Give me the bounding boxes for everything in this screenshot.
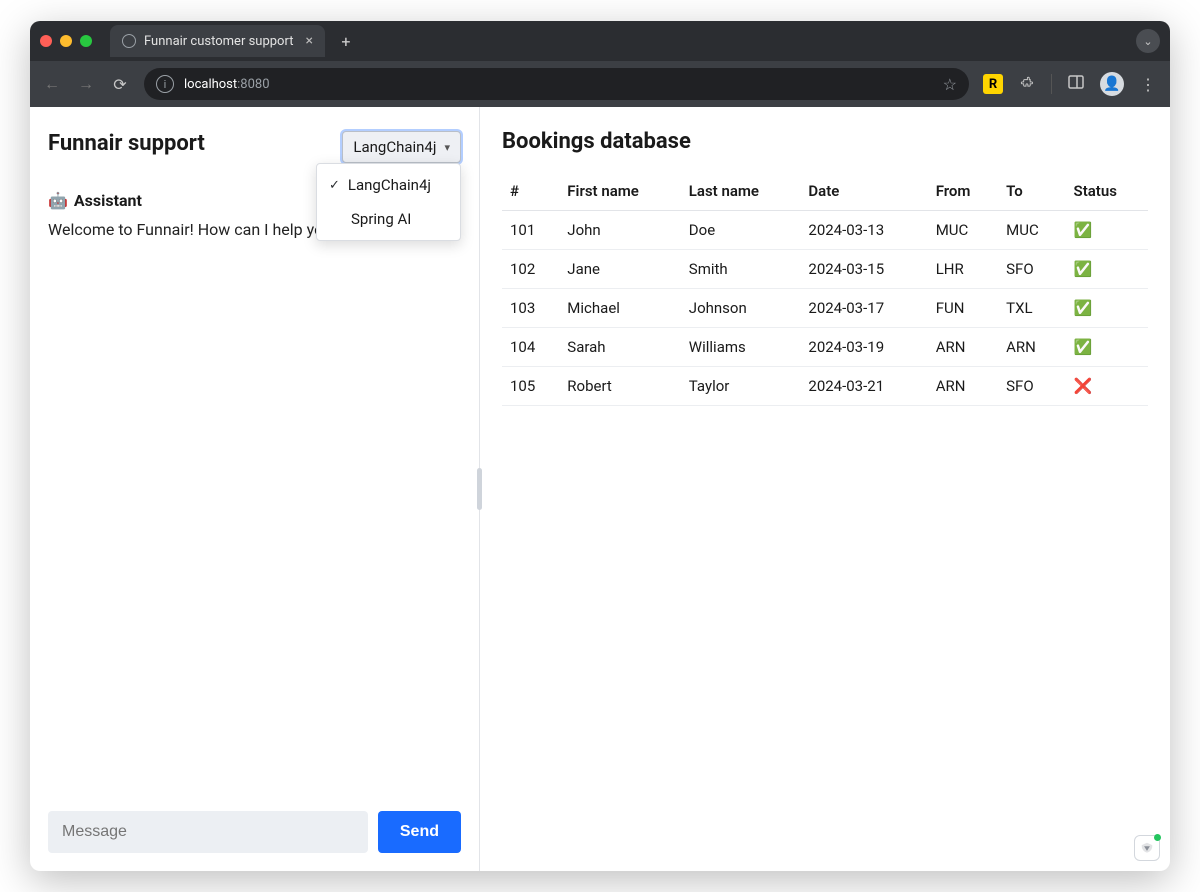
model-select-value: LangChain4j	[353, 138, 436, 156]
tabs-menu-button[interactable]: ⌄	[1136, 29, 1160, 53]
panel-resize-handle[interactable]	[477, 468, 482, 510]
cell-id: 102	[502, 250, 559, 289]
page-title: Funnair support	[48, 131, 205, 156]
col-first-name: First name	[559, 172, 681, 211]
url-host: localhost	[184, 77, 237, 92]
col-status: Status	[1066, 172, 1148, 211]
cell-to: TXL	[998, 289, 1065, 328]
extension-r-icon[interactable]: R	[983, 74, 1003, 94]
cell-date: 2024-03-19	[800, 328, 927, 367]
separator	[1051, 74, 1052, 94]
assistant-label-text: Assistant	[74, 191, 142, 210]
cell-last: Johnson	[681, 289, 801, 328]
cell-date: 2024-03-21	[800, 367, 927, 406]
table-row[interactable]: 104SarahWilliams2024-03-19ARNARN✅	[502, 328, 1148, 367]
cell-to: MUC	[998, 211, 1065, 250]
bookmark-icon[interactable]: ☆	[943, 75, 957, 94]
model-dropdown: ✓ LangChain4j Spring AI	[316, 163, 461, 241]
cell-status: ✅	[1066, 250, 1148, 289]
cell-id: 101	[502, 211, 559, 250]
cell-id: 103	[502, 289, 559, 328]
cell-date: 2024-03-17	[800, 289, 927, 328]
bookings-panel: Bookings database # First name Last name…	[480, 107, 1170, 871]
forward-button[interactable]: →	[76, 74, 96, 94]
model-option-label: LangChain4j	[348, 176, 431, 194]
table-row[interactable]: 105RobertTaylor2024-03-21ARNSFO❌	[502, 367, 1148, 406]
send-button[interactable]: Send	[378, 811, 461, 853]
table-row[interactable]: 103MichaelJohnson2024-03-17FUNTXL✅	[502, 289, 1148, 328]
browser-window: Funnair customer support × + ⌄ ← → ⟳ i l…	[30, 21, 1170, 871]
bookings-table: # First name Last name Date From To Stat…	[502, 172, 1148, 406]
address-bar[interactable]: i localhost:8080 ☆	[144, 68, 969, 100]
cell-first: Sarah	[559, 328, 681, 367]
cell-from: MUC	[928, 211, 998, 250]
tab-title: Funnair customer support	[144, 34, 293, 49]
col-date: Date	[800, 172, 927, 211]
browser-chrome: Funnair customer support × + ⌄ ← → ⟳ i l…	[30, 21, 1170, 107]
cell-id: 104	[502, 328, 559, 367]
back-button[interactable]: ←	[42, 74, 62, 94]
reload-button[interactable]: ⟳	[110, 75, 130, 94]
chat-panel: Funnair support LangChain4j ▾ ✓ LangChai…	[30, 107, 480, 871]
cell-status: ✅	[1066, 211, 1148, 250]
table-row[interactable]: 101JohnDoe2024-03-13MUCMUC✅	[502, 211, 1148, 250]
cell-from: FUN	[928, 289, 998, 328]
tab-bar: Funnair customer support × + ⌄	[30, 21, 1170, 61]
close-window-button[interactable]	[40, 35, 52, 47]
kebab-menu-icon[interactable]: ⋮	[1138, 75, 1158, 94]
vaadin-dev-badge[interactable]	[1134, 835, 1160, 861]
cell-last: Williams	[681, 328, 801, 367]
message-composer: Send	[48, 811, 461, 853]
cell-to: SFO	[998, 250, 1065, 289]
cell-first: Robert	[559, 367, 681, 406]
cell-from: ARN	[928, 328, 998, 367]
cell-status: ❌	[1066, 367, 1148, 406]
robot-icon: 🤖	[48, 191, 68, 210]
check-icon: ✓	[329, 178, 340, 193]
model-option-langchain4j[interactable]: ✓ LangChain4j	[317, 168, 460, 202]
browser-tab[interactable]: Funnair customer support ×	[110, 25, 325, 57]
cell-status: ✅	[1066, 328, 1148, 367]
site-info-icon[interactable]: i	[156, 75, 174, 93]
profile-avatar[interactable]: 👤	[1100, 72, 1124, 96]
model-option-label: Spring AI	[351, 210, 411, 228]
chevron-down-icon: ▾	[444, 141, 450, 154]
cell-to: SFO	[998, 367, 1065, 406]
col-from: From	[928, 172, 998, 211]
cell-from: ARN	[928, 367, 998, 406]
extensions-icon[interactable]	[1017, 74, 1037, 94]
col-last-name: Last name	[681, 172, 801, 211]
table-row[interactable]: 102JaneSmith2024-03-15LHRSFO✅	[502, 250, 1148, 289]
cell-first: Jane	[559, 250, 681, 289]
bookings-title: Bookings database	[502, 129, 1148, 154]
nav-bar: ← → ⟳ i localhost:8080 ☆ R 👤 ⋮	[30, 61, 1170, 107]
table-header-row: # First name Last name Date From To Stat…	[502, 172, 1148, 211]
cell-date: 2024-03-13	[800, 211, 927, 250]
message-input[interactable]	[48, 811, 368, 853]
window-controls	[40, 35, 102, 47]
cell-status: ✅	[1066, 289, 1148, 328]
maximize-window-button[interactable]	[80, 35, 92, 47]
cell-date: 2024-03-15	[800, 250, 927, 289]
page-content: Funnair support LangChain4j ▾ ✓ LangChai…	[30, 107, 1170, 871]
new-tab-button[interactable]: +	[333, 28, 359, 54]
cell-first: John	[559, 211, 681, 250]
cell-last: Smith	[681, 250, 801, 289]
cell-from: LHR	[928, 250, 998, 289]
cell-last: Doe	[681, 211, 801, 250]
tab-close-icon[interactable]: ×	[305, 33, 312, 49]
cell-first: Michael	[559, 289, 681, 328]
model-option-spring-ai[interactable]: Spring AI	[317, 202, 460, 236]
url-port: :8080	[237, 77, 269, 92]
col-id: #	[502, 172, 559, 211]
side-panel-icon[interactable]	[1066, 74, 1086, 94]
minimize-window-button[interactable]	[60, 35, 72, 47]
globe-icon	[122, 34, 136, 48]
cell-id: 105	[502, 367, 559, 406]
col-to: To	[998, 172, 1065, 211]
cell-to: ARN	[998, 328, 1065, 367]
cell-last: Taylor	[681, 367, 801, 406]
model-select[interactable]: LangChain4j ▾	[342, 131, 461, 163]
